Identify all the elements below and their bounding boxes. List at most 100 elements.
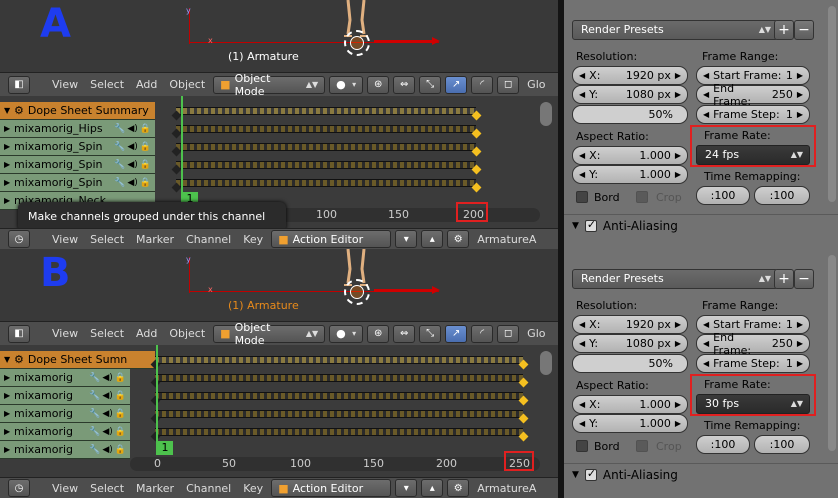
scrollbar[interactable]	[540, 102, 552, 126]
res-percent-slider[interactable]: 50%	[572, 354, 688, 373]
keyframe[interactable]	[471, 128, 482, 139]
lock-icon[interactable]: 🔒	[140, 178, 151, 188]
anti-aliasing-panel-header[interactable]: ▼Anti-Aliasing	[572, 218, 678, 233]
channel-summary[interactable]: ▼ ⚙ Dope Sheet Summary	[0, 102, 155, 120]
action-name[interactable]: ArmatureA	[473, 233, 540, 246]
menu-marker[interactable]: Marker	[132, 482, 178, 495]
scrollbar[interactable]	[540, 351, 552, 375]
3d-viewport[interactable]: A y x (1) Armature	[0, 0, 558, 72]
keyframe[interactable]	[471, 146, 482, 157]
keyframe[interactable]	[518, 413, 529, 424]
expand-triangle-icon[interactable]: ▶	[4, 178, 14, 187]
speaker-icon[interactable]: ◀)	[102, 373, 112, 383]
expand-triangle-icon[interactable]: ▼	[4, 355, 14, 364]
lock-icon[interactable]: 🔒	[115, 445, 126, 455]
menu-view[interactable]: View	[48, 327, 82, 340]
expand-triangle-icon[interactable]: ▶	[4, 427, 14, 436]
lock-icon[interactable]: 🔒	[115, 391, 126, 401]
dope-sheet[interactable]: ▼ ⚙ Dope Sheet Sumn ▶ mixamorig 🔧 ◀) 🔒 ▶ mixamo…	[0, 345, 558, 477]
menu-marker[interactable]: Marker	[132, 233, 178, 246]
keyframe-strip[interactable]	[171, 161, 482, 175]
lock-icon[interactable]: 🔒	[140, 160, 151, 170]
manipulator-icon[interactable]: ⇔	[393, 75, 416, 94]
anti-aliasing-checkbox[interactable]	[584, 218, 597, 232]
collapse-triangle-icon[interactable]: ▼	[572, 470, 579, 480]
frame-rate-dropdown[interactable]: 30 fps ▲▼	[696, 394, 810, 414]
menu-object[interactable]: Object	[165, 327, 209, 340]
menu-view[interactable]: View	[48, 482, 82, 495]
wrench-icon[interactable]: 🔧	[89, 445, 100, 455]
global-dropdown[interactable]: Glo	[523, 78, 549, 91]
keyframe-strip[interactable]	[171, 143, 482, 157]
lock-icon[interactable]: 🔒	[140, 142, 151, 152]
expand-triangle-icon[interactable]: ▶	[4, 160, 14, 169]
keyframe-strip[interactable]	[171, 125, 482, 139]
speaker-icon[interactable]: ◀)	[127, 160, 137, 170]
remap-new-field[interactable]: :100	[754, 186, 810, 205]
menu-key[interactable]: Key	[239, 482, 267, 495]
keyframe[interactable]	[471, 110, 482, 121]
move-icon[interactable]: ↗	[445, 75, 468, 94]
editor-type-icon[interactable]: ◧	[8, 75, 30, 94]
anti-aliasing-checkbox[interactable]	[584, 467, 597, 481]
scale-icon[interactable]: ◻	[497, 324, 520, 343]
speaker-icon[interactable]: ◀)	[102, 427, 112, 437]
border-checkbox[interactable]	[576, 191, 588, 203]
menu-channel[interactable]: Channel	[182, 233, 235, 246]
channel-row[interactable]: ▶ mixamorig_Hips 🔧 ◀) 🔒	[0, 120, 155, 138]
expand-triangle-icon[interactable]: ▶	[4, 391, 14, 400]
shading-dropdown[interactable]: ● ▾	[329, 75, 364, 94]
wrench-icon[interactable]: 🔧	[114, 178, 125, 188]
x-gizmo-arrow[interactable]	[374, 37, 440, 45]
frame-step-field[interactable]: ◀ Frame Step: 1 ▶	[696, 354, 810, 373]
action-browse-icon[interactable]: ⚙	[447, 230, 470, 248]
keyframe[interactable]	[518, 431, 529, 442]
menu-key[interactable]: Key	[239, 233, 267, 246]
collapse-triangle-icon[interactable]: ▼	[572, 221, 579, 231]
current-frame-label[interactable]: 1	[157, 441, 173, 455]
menu-select[interactable]: Select	[86, 78, 128, 91]
keyframe[interactable]	[171, 182, 182, 193]
channel-row[interactable]: ▶ mixamorig_Spin 🔧 ◀) 🔒	[0, 174, 155, 192]
wrench-icon[interactable]: 🔧	[114, 124, 125, 134]
keyframe[interactable]	[171, 110, 182, 121]
channel-row[interactable]: ▶ mixamorig 🔧 ◀) 🔒	[0, 423, 130, 441]
keyframe[interactable]	[518, 395, 529, 406]
expand-triangle-icon[interactable]: ▶	[4, 142, 14, 151]
wrench-icon[interactable]: 🔧	[89, 391, 100, 401]
lock-icon[interactable]: 🔒	[140, 124, 151, 134]
render-presets-dropdown[interactable]: Render Presets ▲▼	[572, 269, 778, 289]
menu-select[interactable]: Select	[86, 482, 128, 495]
editor-type-icon[interactable]: ◷	[8, 230, 30, 248]
shading-dropdown[interactable]: ● ▾	[329, 324, 364, 343]
keyframe[interactable]	[471, 182, 482, 193]
aspect-x-field[interactable]: ◀ X: 1.000 ▶	[572, 146, 688, 165]
menu-add[interactable]: Add	[132, 327, 161, 340]
editor-type-icon[interactable]: ◧	[8, 324, 30, 343]
expand-triangle-icon[interactable]: ▶	[4, 196, 14, 205]
down-arrow-icon[interactable]: ▾	[395, 479, 418, 497]
add-preset-button[interactable]: +	[774, 20, 794, 40]
channel-row[interactable]: ▶ mixamorig 🔧 ◀) 🔒	[0, 441, 130, 459]
channel-row[interactable]: ▶ mixamorig 🔧 ◀) 🔒	[0, 387, 130, 405]
action-browse-icon[interactable]: ⚙	[447, 479, 470, 497]
menu-select[interactable]: Select	[86, 233, 128, 246]
speaker-icon[interactable]: ◀)	[102, 445, 112, 455]
expand-triangle-icon[interactable]: ▶	[4, 445, 14, 454]
channel-row[interactable]: ▶ mixamorig_Spin 🔧 ◀) 🔒	[0, 138, 155, 156]
speaker-icon[interactable]: ◀)	[102, 409, 112, 419]
mode-dropdown[interactable]: ■ Object Mode ▲▼	[213, 321, 326, 347]
rotate-icon[interactable]: ◜	[471, 75, 494, 94]
res-y-field[interactable]: ◀ Y: 1080 px ▶	[572, 85, 688, 104]
editor-mode-dropdown[interactable]: ■ Action Editor	[271, 479, 392, 497]
crop-checkbox[interactable]	[636, 191, 648, 203]
current-frame-line[interactable]	[181, 96, 183, 206]
wrench-icon[interactable]: 🔧	[114, 142, 125, 152]
render-presets-dropdown[interactable]: Render Presets ▲▼	[572, 20, 778, 40]
end-frame-field[interactable]: ◀ End Frame: 250 ▶	[696, 331, 810, 357]
speaker-icon[interactable]: ◀)	[127, 178, 137, 188]
pivot-icon[interactable]: ⊛	[367, 75, 390, 94]
menu-add[interactable]: Add	[132, 78, 161, 91]
global-dropdown[interactable]: Glo	[523, 327, 549, 340]
speaker-icon[interactable]: ◀)	[127, 124, 137, 134]
